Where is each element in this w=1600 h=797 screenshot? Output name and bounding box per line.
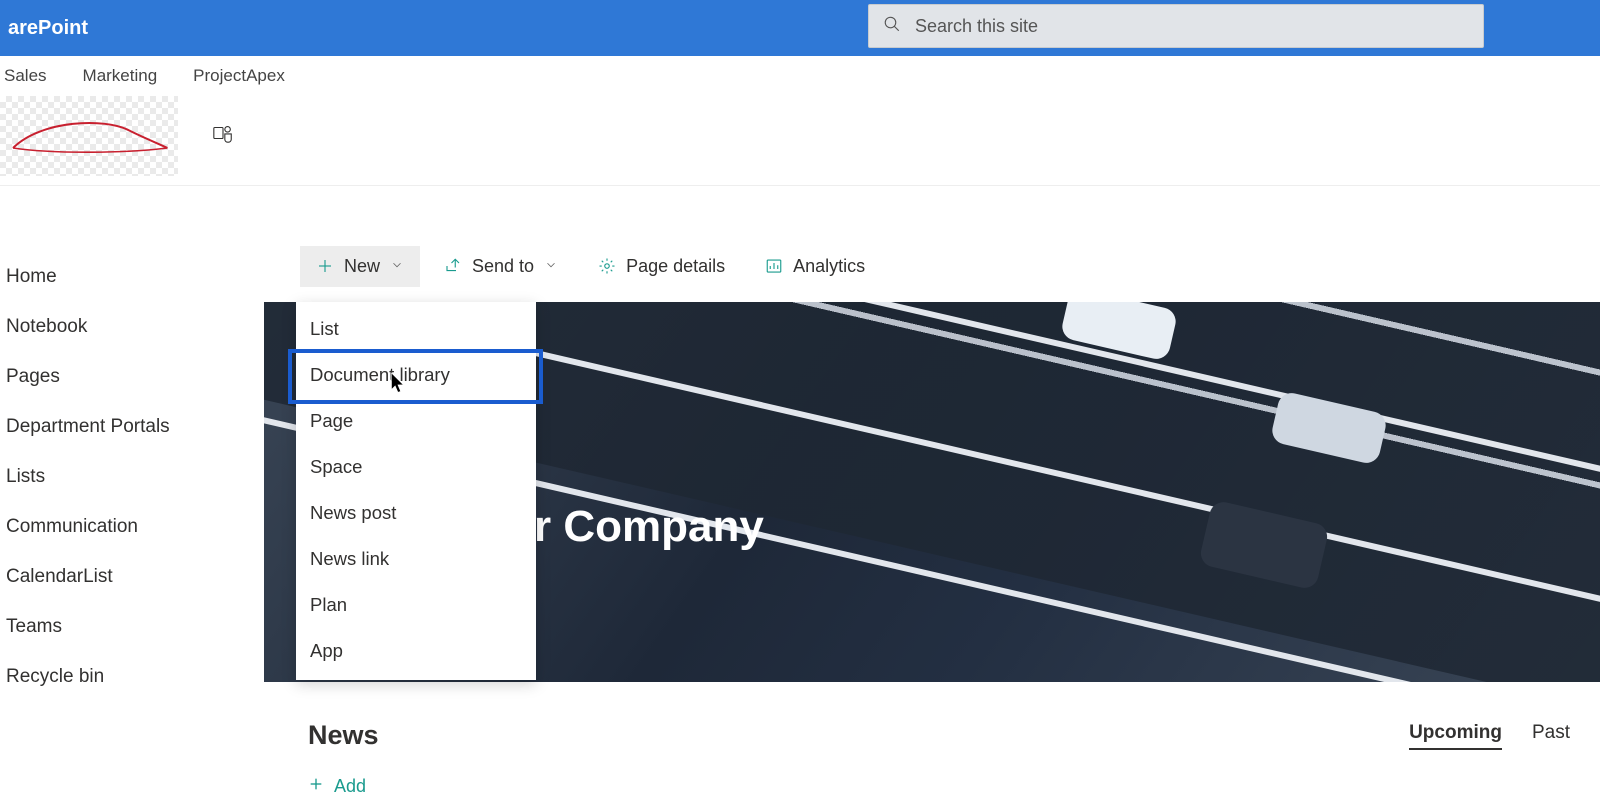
site-logo[interactable] <box>0 96 178 176</box>
nav-notebook[interactable]: Notebook <box>4 302 260 352</box>
site-header <box>0 86 1600 186</box>
news-tab-past[interactable]: Past <box>1532 722 1570 750</box>
new-label: New <box>344 256 380 277</box>
sendto-label: Send to <box>472 256 534 277</box>
app-title: arePoint <box>8 17 88 40</box>
nav-home[interactable]: Home <box>4 252 260 302</box>
new-app[interactable]: App <box>296 628 536 674</box>
nav-pages[interactable]: Pages <box>4 352 260 402</box>
analytics-button[interactable]: Analytics <box>749 246 881 287</box>
spacer <box>0 186 1600 238</box>
news-add-label: Add <box>334 776 366 797</box>
nav-recycle-bin[interactable]: Recycle bin <box>4 652 260 702</box>
pagedetails-button[interactable]: Page details <box>582 246 741 287</box>
pagedetails-label: Page details <box>626 256 725 277</box>
news-tab-upcoming[interactable]: Upcoming <box>1409 722 1502 750</box>
new-space[interactable]: Space <box>296 444 536 490</box>
nav-communication[interactable]: Communication <box>4 502 260 552</box>
gear-icon <box>598 257 616 275</box>
chevron-down-icon <box>390 256 404 277</box>
news-section-header: News Upcoming Past <box>308 720 1570 751</box>
news-add-button[interactable]: Add <box>308 776 366 797</box>
new-page[interactable]: Page <box>296 398 536 444</box>
search-icon <box>883 15 915 38</box>
hero-title: r Company <box>534 502 764 552</box>
analytics-icon <box>765 257 783 275</box>
nav-lists[interactable]: Lists <box>4 452 260 502</box>
news-tabs: Upcoming Past <box>1409 722 1570 750</box>
share-icon <box>444 257 462 275</box>
new-list[interactable]: List <box>296 306 536 352</box>
suite-bar: arePoint <box>0 0 1600 56</box>
plus-icon <box>308 776 324 797</box>
new-plan[interactable]: Plan <box>296 582 536 628</box>
new-news-post[interactable]: News post <box>296 490 536 536</box>
left-nav: Home Notebook Pages Department Portals L… <box>0 238 264 702</box>
command-bar: New Send to Page details <box>264 238 1600 294</box>
analytics-label: Analytics <box>793 256 865 277</box>
news-heading: News <box>308 720 379 751</box>
plus-icon <box>316 257 334 275</box>
hubnav-item-marketing[interactable]: Marketing <box>83 66 158 86</box>
nav-teams[interactable]: Teams <box>4 602 260 652</box>
nav-calendarlist[interactable]: CalendarList <box>4 552 260 602</box>
new-document-library[interactable]: Document library <box>296 352 536 398</box>
new-button[interactable]: New <box>300 246 420 287</box>
teams-icon[interactable] <box>212 122 234 149</box>
new-menu: List Document library Page Space News po… <box>296 302 536 680</box>
hubnav-item-projectapex[interactable]: ProjectApex <box>193 66 285 86</box>
hub-nav: Sales Marketing ProjectApex <box>0 56 1600 86</box>
search-input[interactable] <box>915 16 1469 37</box>
nav-department-portals[interactable]: Department Portals <box>4 402 260 452</box>
new-news-link[interactable]: News link <box>296 536 536 582</box>
hubnav-item-sales[interactable]: Sales <box>4 66 47 86</box>
sendto-button[interactable]: Send to <box>428 246 574 287</box>
chevron-down-icon <box>544 256 558 277</box>
search-box[interactable] <box>868 4 1484 48</box>
